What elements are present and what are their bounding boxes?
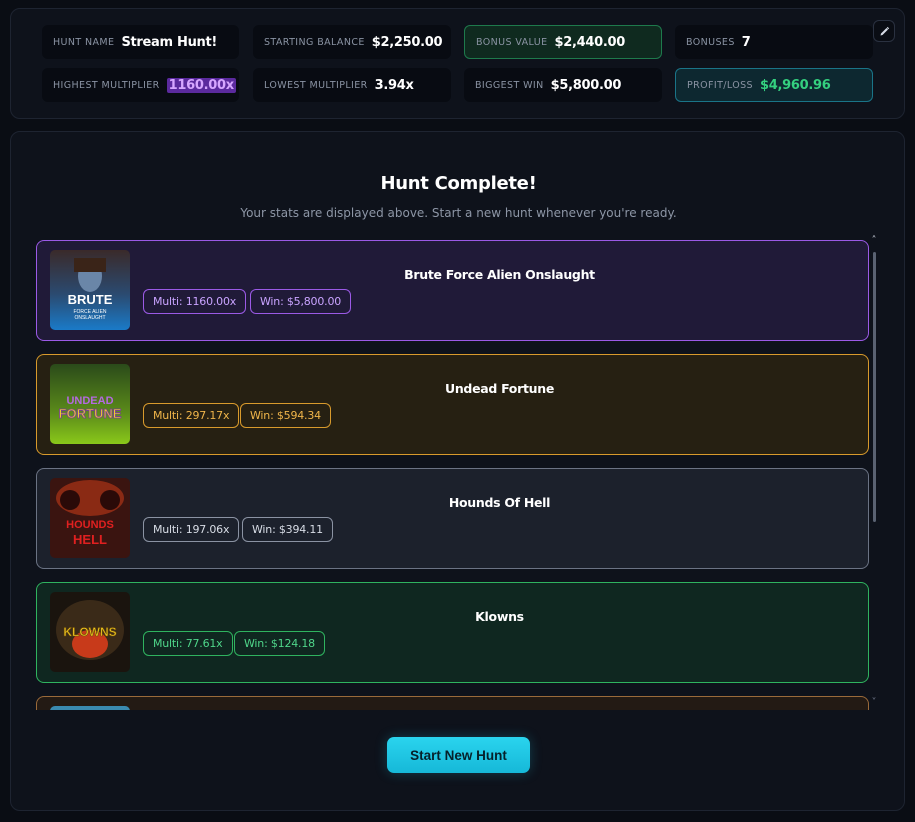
stat-label: HIGHEST MULTIPLIER [53, 79, 160, 91]
list-item[interactable]: BRUTE FORCE ALIEN ONSLAUGHT Brute Force … [36, 240, 869, 341]
stat-label: LOWEST MULTIPLIER [264, 79, 368, 91]
stat-value: Stream Hunt! [121, 34, 218, 50]
win-badge: Win: $594.34 [240, 403, 331, 428]
stat-value: 1160.00x [166, 77, 236, 93]
game-name: Undead Fortune [444, 381, 555, 396]
multi-badge: Multi: 297.17x [143, 403, 240, 428]
stat-label: BONUS VALUE [476, 36, 548, 48]
win-badge: Win: $5,800.00 [250, 289, 352, 314]
stat-starting-balance: STARTING BALANCE $2,250.00 [253, 25, 451, 59]
hunt-complete-panel: Hunt Complete! Your stats are displayed … [10, 131, 905, 811]
stat-label: HUNT NAME [53, 36, 115, 48]
stat-value: 3.94x [374, 77, 414, 93]
page-subtitle: Your stats are displayed above. Start a … [240, 206, 677, 220]
game-thumbnail [50, 706, 130, 710]
svg-text:HOUNDS: HOUNDS [66, 519, 114, 531]
thumb-text: BRUTE [68, 292, 113, 307]
stat-bonus-value: BONUS VALUE $2,440.00 [464, 25, 662, 59]
stat-label: PROFIT/LOSS [687, 79, 753, 91]
pencil-icon [880, 26, 889, 35]
edit-button[interactable] [873, 20, 895, 42]
stat-value: $2,250.00 [371, 34, 443, 50]
multi-badge: Multi: 1160.00x [143, 289, 247, 314]
scroll-up-icon[interactable]: ˄ [868, 236, 880, 246]
stat-value: 7 [741, 34, 751, 50]
stat-highest-multiplier: HIGHEST MULTIPLIER 1160.00x [42, 68, 239, 102]
list-item[interactable]: HOUNDS HELL Hounds Of Hell Multi: 197.06… [36, 468, 869, 569]
stat-lowest-multiplier: LOWEST MULTIPLIER 3.94x [253, 68, 451, 102]
game-thumbnail: HOUNDS HELL [50, 478, 130, 558]
scroll-down-icon[interactable]: ˅ [868, 698, 880, 708]
game-thumbnail: KLOWNS [50, 592, 130, 672]
list-item[interactable]: KLOWNS Klowns Multi: 77.61x Win: $124.18 [36, 582, 869, 683]
stat-profit-loss: PROFIT/LOSS $4,960.96 [675, 68, 873, 102]
start-new-hunt-button[interactable]: Start New Hunt [387, 737, 530, 773]
svg-text:HELL: HELL [73, 532, 107, 547]
game-name: Hounds Of Hell [448, 495, 551, 510]
multi-badge: Multi: 197.06x [143, 517, 240, 542]
svg-text:ONSLAUGHT: ONSLAUGHT [74, 315, 105, 321]
multi-badge: Multi: 77.61x [143, 631, 233, 656]
stat-biggest-win: BIGGEST WIN $5,800.00 [464, 68, 662, 102]
thumb-text: KLOWNS [63, 625, 116, 639]
list-item[interactable] [36, 696, 869, 710]
stat-value: $4,960.96 [759, 77, 831, 93]
stat-bonuses: BONUSES 7 [675, 25, 873, 59]
game-thumbnail: BRUTE FORCE ALIEN ONSLAUGHT [50, 250, 130, 330]
stat-label: STARTING BALANCE [264, 36, 365, 48]
stat-hunt-name: HUNT NAME Stream Hunt! [42, 25, 239, 59]
scrollbar-thumb[interactable] [873, 252, 876, 522]
stat-value: $2,440.00 [554, 34, 626, 50]
page-title: Hunt Complete! [380, 173, 537, 194]
list-item[interactable]: UNDEAD FORTUNE Undead Fortune Multi: 297… [36, 354, 869, 455]
game-thumbnail: UNDEAD FORTUNE [50, 364, 130, 444]
game-name: Brute Force Alien Onslaught [404, 267, 595, 282]
win-badge: Win: $124.18 [234, 631, 325, 656]
stat-label: BIGGEST WIN [475, 79, 544, 91]
results-list[interactable]: BRUTE FORCE ALIEN ONSLAUGHT Brute Force … [36, 240, 871, 710]
svg-text:FORTUNE: FORTUNE [59, 406, 122, 421]
stat-value: $5,800.00 [550, 77, 622, 93]
win-badge: Win: $394.11 [242, 517, 333, 542]
stats-panel: HUNT NAME Stream Hunt! STARTING BALANCE … [10, 8, 905, 119]
stat-label: BONUSES [686, 36, 735, 48]
game-name: Klowns [475, 609, 524, 624]
